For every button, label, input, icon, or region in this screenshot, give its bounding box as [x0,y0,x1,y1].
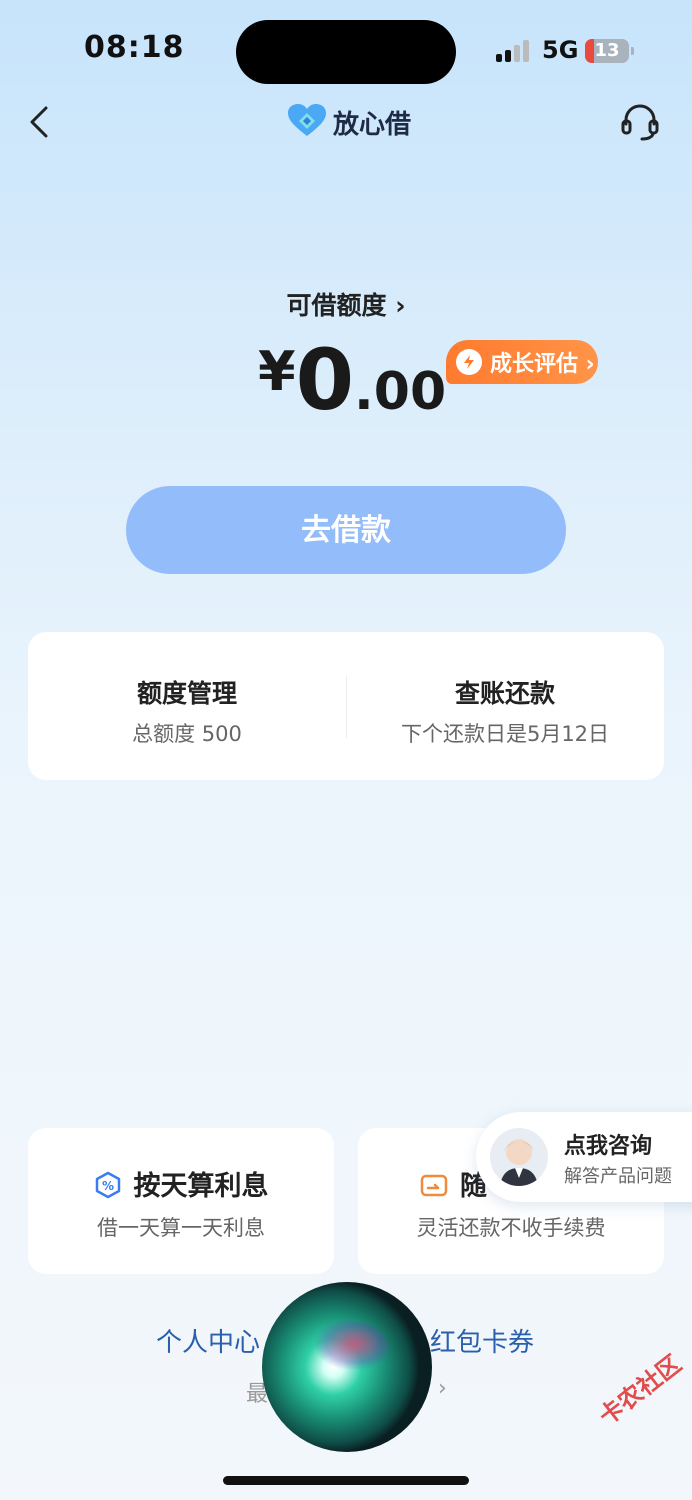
battery-icon: 13 [585,39,634,63]
feature-subtitle: 灵活还款不收手续费 [416,1216,606,1240]
battery-level: 13 [594,40,620,61]
siri-orb-glow [300,1320,390,1380]
quota-subtitle: 总额度 500 [132,722,242,746]
growth-badge-label: 成长评估 › [490,352,595,377]
feature-subtitle: 借一天算一天利息 [97,1216,265,1240]
bill-title: 查账还款 [454,679,555,708]
available-credit-label[interactable]: 可借额度 › [0,286,692,322]
consult-title: 点我咨询 [564,1134,653,1159]
percent-shield-icon: % [95,1171,120,1199]
wallet-icon [420,1174,448,1197]
feature-title: 按天算利息 [133,1171,269,1202]
personal-center-link[interactable]: 个人中心 [156,1322,260,1359]
bill-subtitle: 下个还款日是5月12日 [400,722,610,746]
quota-title: 额度管理 [136,679,237,708]
account-card: 额度管理 总额度 500 查账还款 下个还款日是5月12日 [28,632,664,780]
signal-icon [496,40,529,62]
coupons-link[interactable]: 红包卡券 [430,1322,534,1359]
network-type: 5G [542,36,579,64]
consult-floating-button[interactable]: 点我咨询 解答产品问题 [476,1112,692,1202]
credit-amount: ¥0.00 [258,330,446,430]
quota-management[interactable]: 额度管理 总额度 500 [28,632,346,780]
status-time: 08:18 [84,30,185,65]
borrow-button[interactable]: 去借款 [126,486,566,574]
consult-subtitle: 解答产品问题 [564,1166,672,1187]
back-arrow-icon[interactable] [24,104,60,140]
amount-decimal: .00 [354,362,447,422]
brand-logo-icon [288,104,326,136]
home-indicator[interactable] [223,1476,469,1485]
brand-name: 放心借 [333,110,412,140]
amount-integer: 0 [295,331,355,429]
bill-repayment[interactable]: 查账还款 下个还款日是5月12日 [346,632,664,780]
dynamic-island [236,20,456,84]
currency-symbol: ¥ [258,340,296,403]
svg-text:%: % [101,1179,113,1193]
customer-service-icon[interactable] [620,102,660,142]
growth-assessment-badge[interactable]: 成长评估 › [446,340,598,384]
feature-daily-interest[interactable]: % 按天算利息 借一天算一天利息 [28,1128,334,1274]
recent-arrow-icon[interactable]: › [438,1376,447,1401]
agent-avatar [490,1128,548,1186]
watermark: 卡农社区 [593,1349,687,1431]
lightning-icon [456,349,482,375]
